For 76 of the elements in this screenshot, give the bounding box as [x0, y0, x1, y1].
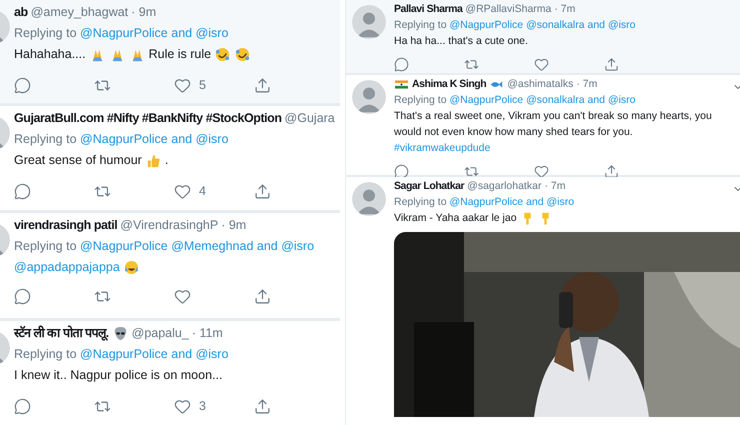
user-handle: @ashimatalks — [507, 77, 574, 92]
laughing-face-icon — [215, 47, 230, 62]
like-count: 5 — [199, 77, 206, 94]
replying-label: Replying to — [14, 347, 77, 361]
avatar[interactable] — [352, 182, 386, 216]
reply-icon[interactable] — [14, 398, 31, 415]
tweet-text: Vikram - Yaha aakar le jao — [394, 211, 517, 226]
tweet-text: . — [164, 152, 168, 169]
share-icon[interactable] — [604, 57, 619, 72]
like-count: 4 — [199, 183, 206, 200]
tweet-text: I knew it.. Nagpur police is on moon... — [14, 367, 222, 384]
flag-icon — [395, 78, 408, 90]
tweet-time: · 9m — [131, 4, 156, 21]
reply-icon[interactable] — [14, 183, 31, 200]
user-name[interactable]: स्टॅन ली का पोता पपलू. — [14, 323, 109, 344]
replying-label: Replying to — [14, 132, 77, 146]
user-handle: @amey_bhagwat — [30, 4, 128, 21]
mention-link[interactable]: @NagpurPolice and @isro — [80, 347, 228, 361]
tweet-text: That's a real sweet one, Vikram you can't break so many hearts, you would not even know how many shed tears for you. — [394, 109, 713, 140]
user-name[interactable]: Sagar Lohatkar — [394, 178, 464, 194]
user-handle: @papalu_ — [132, 325, 189, 342]
laughing-face-icon — [124, 260, 139, 275]
user-name[interactable]: ab — [14, 2, 28, 23]
share-icon[interactable] — [254, 398, 271, 415]
mention-link[interactable]: @NagpurPolice and @isro — [80, 26, 228, 40]
user-name[interactable]: virendrasingh patil — [14, 215, 118, 236]
mention-link[interactable]: @NagpurPolice and @isro — [80, 132, 228, 146]
retweet-icon[interactable] — [464, 164, 479, 179]
hashtag-link[interactable]: @appadappajappa — [14, 257, 120, 278]
tweet-time: · 7m — [554, 2, 576, 17]
like-icon[interactable] — [534, 57, 549, 72]
user-handle: @Gujara — [284, 110, 335, 127]
replying-label: Replying to — [394, 19, 447, 31]
like-icon[interactable] — [174, 183, 191, 200]
tweet-time: · 9m — [221, 217, 246, 234]
share-icon[interactable] — [604, 164, 619, 179]
tweet-text: Hahahaha.... — [14, 46, 86, 63]
user-name[interactable]: GujaratBull.com #Nifty #BankNifty #StockOption — [14, 108, 282, 129]
share-icon[interactable] — [254, 183, 271, 200]
reply-icon[interactable] — [14, 77, 31, 94]
share-icon[interactable] — [254, 288, 271, 305]
replying-label: Replying to — [394, 196, 447, 208]
user-name[interactable]: Ashima K Singh — [412, 76, 486, 92]
reply-icon[interactable] — [394, 164, 409, 179]
tweet-text: Rule is rule — [148, 46, 212, 63]
reply-icon[interactable] — [394, 57, 409, 72]
mention-link[interactable]: @NagpurPolice @sonalkalra and @isro — [449, 94, 636, 106]
hashtag-link[interactable]: #vikramwakeupdude — [394, 140, 490, 156]
user-handle: @sagarlohatkar — [467, 179, 542, 194]
replying-label: Replying to — [14, 26, 77, 40]
avatar[interactable] — [352, 5, 386, 39]
retweet-icon[interactable] — [464, 57, 479, 72]
user-handle: @VirendrasinghP — [120, 217, 218, 234]
like-count: 3 — [199, 398, 206, 415]
like-icon[interactable] — [534, 164, 549, 179]
mention-link[interactable]: @NagpurPolice and @isro — [449, 196, 574, 208]
tweet-time: · 7m — [576, 77, 598, 92]
replying-label: Replying to — [14, 239, 77, 253]
tweet-time: · 11m — [192, 325, 223, 342]
mention-link[interactable]: @NagpurPolice @sonalkalra and @isro — [449, 19, 636, 31]
like-icon[interactable] — [174, 77, 191, 94]
tweet-text: Great sense of humour — [14, 152, 142, 169]
user-handle: @RPallaviSharma — [465, 2, 552, 17]
alien-icon — [112, 326, 128, 341]
share-icon[interactable] — [254, 77, 271, 94]
avatar[interactable] — [352, 80, 386, 114]
thumbs-up-icon — [146, 153, 161, 168]
like-icon[interactable] — [174, 398, 191, 415]
replying-label: Replying to — [394, 94, 447, 106]
tweet-text: Ha ha ha... that's a cute one. — [394, 34, 528, 49]
reply-icon[interactable] — [14, 288, 31, 305]
user-name[interactable]: Pallavi Sharma — [394, 1, 462, 17]
mention-link[interactable]: @NagpurPolice @Memeghnad and @isro — [80, 239, 314, 253]
laughing-face-icon — [235, 47, 250, 62]
tweet-time: · 7m — [544, 179, 566, 194]
like-icon[interactable] — [174, 288, 191, 305]
